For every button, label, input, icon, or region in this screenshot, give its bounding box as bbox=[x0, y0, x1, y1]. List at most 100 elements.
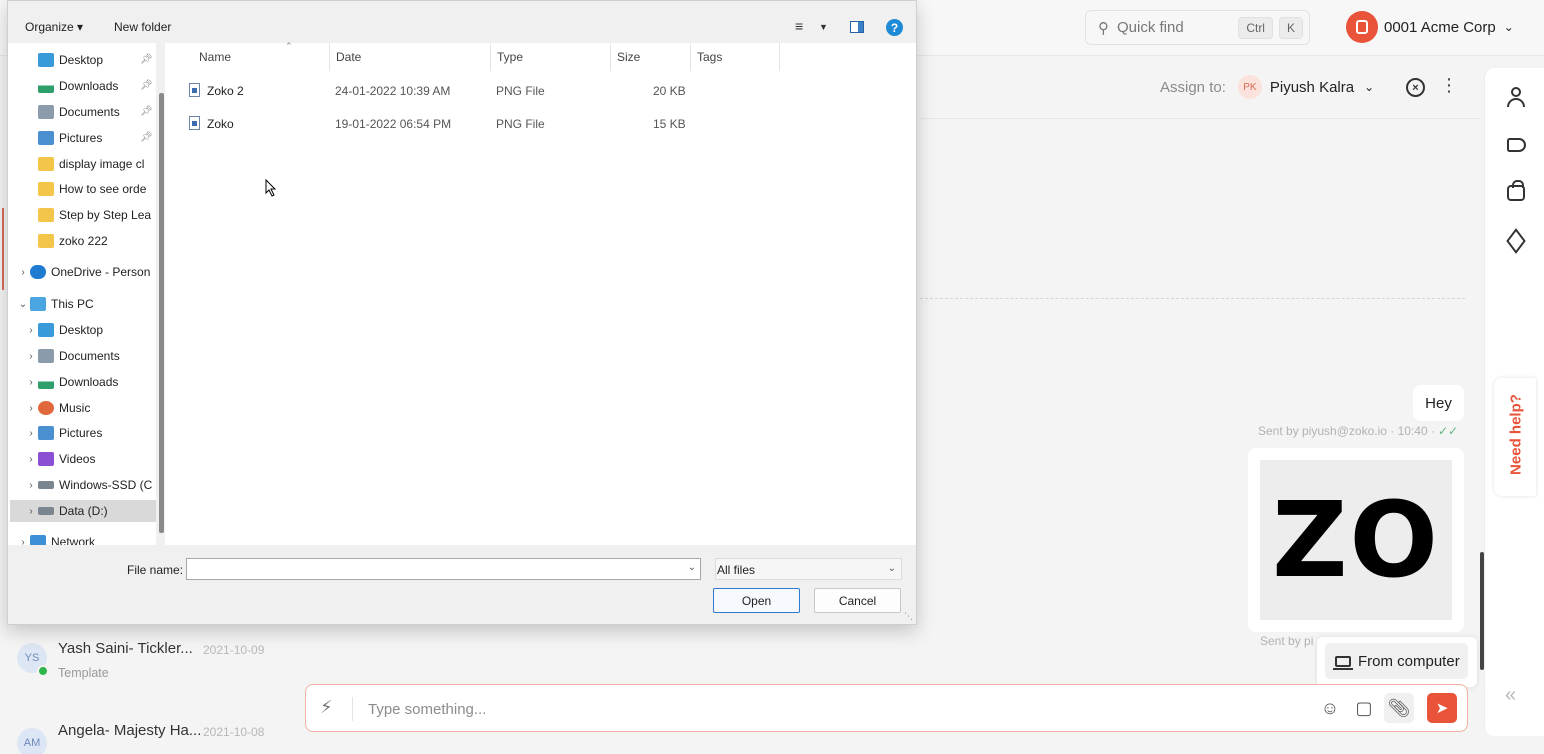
file-date: 19-01-2022 06:54 PM bbox=[335, 117, 452, 131]
nav-item[interactable]: display image cl bbox=[10, 153, 156, 175]
nav-item[interactable]: › Documents bbox=[10, 345, 156, 367]
folder-icon bbox=[38, 157, 54, 171]
more-options-icon[interactable]: ⋮ bbox=[1440, 76, 1458, 94]
file-type: PNG File bbox=[496, 84, 545, 98]
cancel-button[interactable]: Cancel bbox=[814, 588, 901, 613]
quick-find[interactable]: ⚲ Quick find Ctrl K bbox=[1085, 10, 1310, 45]
nav-item[interactable]: › Network bbox=[10, 531, 156, 545]
column-label: Date bbox=[336, 50, 362, 64]
nav-item[interactable]: › Downloads bbox=[10, 371, 156, 393]
expand-arrow-icon[interactable]: › bbox=[24, 454, 38, 465]
file-size: 15 KB bbox=[653, 117, 686, 131]
column-label: Tags bbox=[697, 50, 723, 64]
expand-arrow-icon[interactable]: ⌄ bbox=[16, 299, 30, 310]
file-row[interactable]: Zoko 2 24-01-2022 10:39 AM PNG File 20 K… bbox=[165, 77, 916, 105]
nav-item-label: Desktop bbox=[59, 323, 104, 337]
from-computer-label: From computer bbox=[1358, 652, 1460, 670]
nav-item[interactable]: How to see orde bbox=[10, 178, 156, 200]
column-name[interactable]: Name ⌃ bbox=[193, 41, 330, 71]
nav-item[interactable]: ⌄ This PC bbox=[10, 293, 156, 315]
paperclip-icon[interactable]: 📎︎ bbox=[1384, 693, 1414, 723]
nav-item[interactable]: Desktop 📌︎ bbox=[10, 49, 156, 71]
need-help-tab[interactable]: Need help? bbox=[1494, 378, 1536, 496]
expand-arrow-icon[interactable]: › bbox=[24, 377, 38, 388]
package-icon[interactable] bbox=[1505, 228, 1527, 254]
nav-item[interactable]: › Windows-SSD (C bbox=[10, 474, 156, 496]
nav-item[interactable]: › Desktop bbox=[10, 319, 156, 341]
org-switcher[interactable]: 0001 Acme Corp ⌄ bbox=[1346, 10, 1514, 44]
chevron-down-icon[interactable]: ⌄ bbox=[688, 562, 696, 573]
column-size[interactable]: Size bbox=[611, 43, 691, 71]
tag-icon[interactable] bbox=[1505, 134, 1527, 156]
whatsapp-icon bbox=[37, 665, 49, 677]
conversation-item[interactable]: AM Angela- Majesty Ha... 2021-10-08 bbox=[0, 712, 300, 754]
organize-menu[interactable]: Organize ▾ bbox=[25, 20, 83, 34]
file-row[interactable]: Zoko 19-01-2022 06:54 PM PNG File 15 KB bbox=[165, 110, 916, 138]
sticker-icon[interactable]: ▢ bbox=[1353, 697, 1375, 719]
nav-item-label: Downloads bbox=[59, 375, 119, 389]
nav-item[interactable]: Pictures 📌︎ bbox=[10, 127, 156, 149]
column-tags[interactable]: Tags bbox=[691, 43, 780, 71]
close-conversation-icon[interactable]: × bbox=[1406, 78, 1425, 97]
nav-item[interactable]: › Music bbox=[10, 397, 156, 419]
emoji-icon[interactable]: ☺ bbox=[1319, 697, 1341, 719]
resize-grip-icon[interactable]: ⋱ bbox=[904, 611, 913, 622]
expand-arrow-icon[interactable]: › bbox=[24, 428, 38, 439]
message-input[interactable] bbox=[368, 695, 1268, 723]
expand-arrow-icon[interactable]: › bbox=[24, 403, 38, 414]
shortcut-ctrl: Ctrl bbox=[1238, 16, 1273, 39]
scrollbar-thumb[interactable] bbox=[159, 93, 164, 533]
nav-item[interactable]: Step by Step Lea bbox=[10, 204, 156, 226]
search-icon: ⚲ bbox=[1098, 19, 1109, 37]
nav-item[interactable]: › Data (D:) bbox=[10, 500, 156, 522]
column-label: Type bbox=[497, 50, 524, 64]
conversation-date: 2021-10-09 bbox=[203, 643, 265, 657]
file-type-filter[interactable]: All files ⌄ bbox=[715, 558, 902, 580]
nav-item[interactable]: › Videos bbox=[10, 448, 156, 470]
double-chevron-left-icon[interactable]: « bbox=[1505, 684, 1516, 707]
nav-item-label: This PC bbox=[51, 297, 94, 311]
expand-arrow-icon[interactable]: › bbox=[24, 325, 38, 336]
column-date[interactable]: Date bbox=[330, 43, 491, 71]
expand-arrow-icon[interactable]: › bbox=[16, 537, 30, 546]
nav-item[interactable]: › Pictures bbox=[10, 422, 156, 444]
nav-item[interactable]: › OneDrive - Person bbox=[10, 261, 156, 283]
navigation-pane: Desktop 📌︎ Downloads 📌︎ Documents 📌︎ Pictures 📌… bbox=[8, 43, 156, 545]
view-list-icon[interactable]: ≡ bbox=[795, 18, 803, 34]
help-icon[interactable]: ? bbox=[886, 19, 903, 36]
chevron-down-icon: ⌄ bbox=[887, 563, 896, 574]
nav-item[interactable]: Documents 📌︎ bbox=[10, 101, 156, 123]
drive-icon bbox=[38, 481, 54, 489]
conversation-item[interactable]: YS Yash Saini- Tickler... 2021-10-09 Tem… bbox=[0, 630, 300, 690]
image-message[interactable]: ZO bbox=[1248, 448, 1464, 632]
message-sender: Sent by piyush@zoko.io · 10:40 · bbox=[1258, 424, 1435, 438]
nav-item-label: Videos bbox=[59, 452, 96, 466]
send-button[interactable]: ➤ bbox=[1427, 693, 1457, 723]
column-type[interactable]: Type bbox=[491, 43, 611, 71]
conversation-name: Angela- Majesty Ha... bbox=[58, 722, 202, 739]
expand-arrow-icon[interactable]: › bbox=[24, 506, 38, 517]
from-computer-option[interactable]: From computer bbox=[1325, 643, 1468, 679]
new-folder-button[interactable]: New folder bbox=[114, 20, 171, 34]
user-icon[interactable] bbox=[1505, 86, 1527, 108]
expand-arrow-icon[interactable]: › bbox=[24, 351, 38, 362]
assign-control[interactable]: Assign to: PK Piyush Kalra ⌄ bbox=[1160, 72, 1374, 102]
file-name-label: File name: bbox=[127, 563, 184, 577]
onedrive-icon bbox=[30, 265, 46, 279]
chevron-down-icon: ⌄ bbox=[1364, 80, 1375, 94]
pin-icon: 📌︎ bbox=[140, 54, 153, 65]
sort-ascending-icon: ⌃ bbox=[285, 41, 293, 51]
chevron-down-icon[interactable]: ▼ bbox=[819, 22, 828, 32]
file-name-input[interactable]: ⌄ bbox=[186, 558, 701, 580]
shopping-bag-icon[interactable] bbox=[1505, 180, 1527, 202]
expand-arrow-icon[interactable]: › bbox=[24, 480, 38, 491]
file-open-dialog: Organize ▾ New folder ≡ ▼ ? Desktop 📌︎ Dow… bbox=[7, 0, 917, 625]
nav-item[interactable]: Downloads 📌︎ bbox=[10, 75, 156, 97]
open-button[interactable]: Open bbox=[713, 588, 800, 613]
preview-pane-icon[interactable] bbox=[850, 21, 864, 33]
desktop-icon bbox=[38, 53, 54, 67]
file-list: Name ⌃ Date Type Size Tags Zoko 2 24-01-… bbox=[165, 41, 916, 545]
nav-item[interactable]: zoko 222 bbox=[10, 230, 156, 252]
lightning-icon[interactable]: ⚡︎ bbox=[320, 697, 333, 718]
expand-arrow-icon[interactable]: › bbox=[16, 267, 30, 278]
